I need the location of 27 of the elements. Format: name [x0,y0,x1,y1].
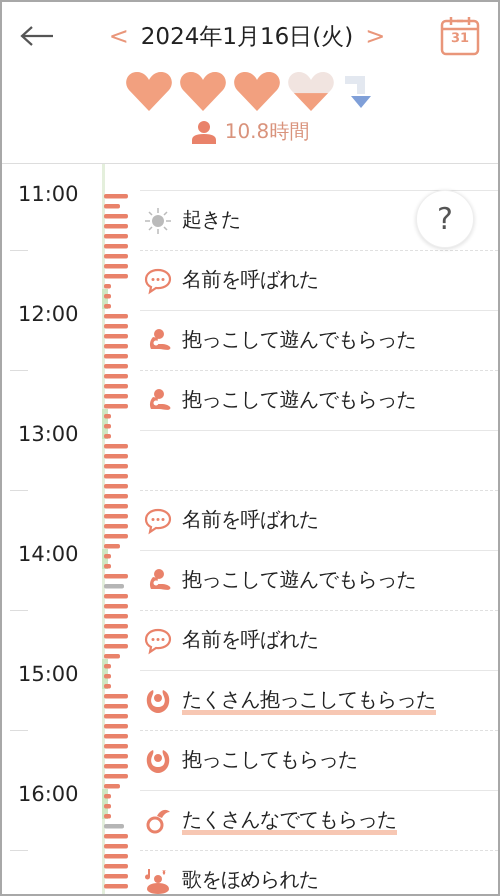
hour-label: 13:00 [17,421,80,448]
hour-label: 11:00 [17,181,80,208]
previous-day-button[interactable]: < [104,22,133,50]
date-title: 2024年1月16日(火) [140,22,354,52]
event-label: 抱っこして遊んでもらった [182,386,416,413]
next-day-button[interactable]: > [361,22,390,50]
sleep-duration: 10.8時間 [224,118,310,145]
help-button[interactable]: ? [416,190,474,248]
person-icon [190,120,217,144]
sun-icon [144,206,172,234]
speech-bubble-icon [144,626,172,654]
hour-label: 15:00 [17,661,80,688]
event-label: 抱っこして遊んでもらった [182,326,416,353]
music-note-icon [144,866,172,894]
hour-label: 12:00 [17,301,80,328]
event-label: 抱っこしてもらった [182,746,358,773]
event-label: 抱っこして遊んでもらった [182,566,416,593]
event-label: 名前を呼ばれた [182,506,318,533]
hour-label: 16:00 [17,781,80,808]
event-label: 名前を呼ばれた [182,626,318,653]
event-label: 歌をほめられた [182,866,318,893]
event-label: 名前を呼ばれた [182,266,318,293]
hour-label: 14:00 [17,541,80,568]
event-label: 起きた [182,206,240,233]
speech-bubble-icon [144,506,172,534]
back-arrow-icon[interactable] [20,25,54,47]
speech-bubble-icon [144,266,172,294]
